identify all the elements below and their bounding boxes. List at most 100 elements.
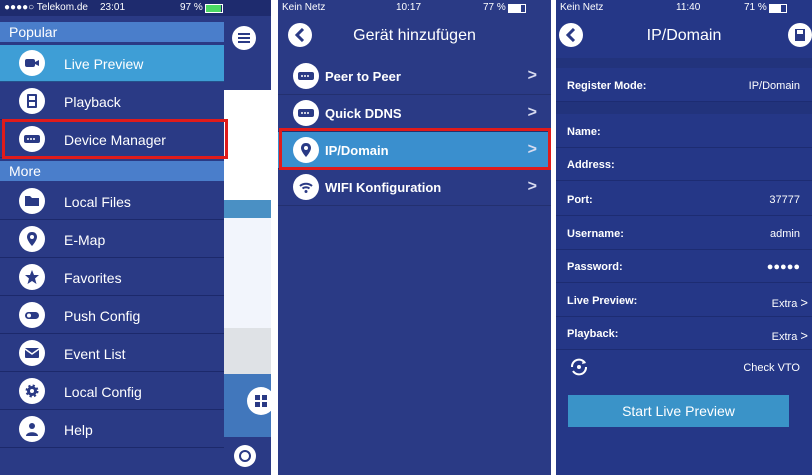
port-field[interactable]: 37777 bbox=[769, 194, 800, 206]
video-strip bbox=[224, 200, 271, 218]
clock-text: 10:17 bbox=[396, 2, 422, 13]
gear-icon bbox=[19, 378, 45, 404]
camera-icon bbox=[19, 50, 45, 76]
live-preview-extra: Extra bbox=[771, 298, 798, 310]
menu-item-e-map[interactable]: E-Map bbox=[0, 221, 224, 258]
register-mode-value: IP/Domain bbox=[748, 80, 800, 92]
status-bar: Kein Netz 10:17 77 % bbox=[278, 0, 551, 16]
battery-indicator: 77 % bbox=[483, 2, 526, 13]
username-row[interactable]: Username: admin bbox=[556, 217, 812, 250]
menu-item-favorites[interactable]: Favorites bbox=[0, 259, 224, 296]
main-toolbar bbox=[224, 16, 271, 60]
check-vto-label[interactable]: Check VTO bbox=[743, 362, 800, 374]
help-person-icon bbox=[19, 416, 45, 442]
menu-item-label: Event List bbox=[64, 346, 126, 362]
battery-icon bbox=[507, 4, 526, 13]
playback-extra: Extra bbox=[771, 331, 798, 343]
menu-item-playback[interactable]: Playback bbox=[0, 83, 224, 120]
menu-item-label: Local Files bbox=[64, 194, 131, 210]
add-device-screen: Kein Netz 10:17 77 % Gerät hinzufügen Pe… bbox=[278, 0, 551, 475]
form-spacer bbox=[556, 58, 812, 68]
field-label: Password: bbox=[567, 261, 623, 273]
wifi-icon bbox=[293, 174, 319, 200]
menu-icon bbox=[238, 33, 250, 43]
menu-item-help[interactable]: Help bbox=[0, 411, 224, 448]
device-icon bbox=[293, 63, 319, 89]
layout-grid-button[interactable] bbox=[247, 387, 271, 415]
highlight-box bbox=[279, 128, 551, 170]
port-row[interactable]: Port: 37777 bbox=[556, 183, 812, 216]
chevron-right-icon: > bbox=[527, 178, 537, 195]
camera-icon bbox=[239, 450, 251, 462]
field-label: Live Preview: bbox=[567, 295, 638, 307]
menu-item-live-preview[interactable]: Live Preview bbox=[0, 45, 224, 82]
field-label: Register Mode: bbox=[567, 80, 647, 92]
envelope-icon bbox=[19, 340, 45, 366]
hamburger-menu-button[interactable] bbox=[232, 26, 256, 50]
bottom-toolbar bbox=[224, 437, 271, 475]
menu-item-local-config[interactable]: Local Config bbox=[0, 373, 224, 410]
page-title: IP/Domain bbox=[646, 27, 722, 44]
check-vto-row[interactable]: Check VTO bbox=[556, 350, 812, 386]
list-item-label: Peer to Peer bbox=[325, 69, 401, 84]
nav-bar: Gerät hinzufügen bbox=[278, 16, 551, 58]
live-preview-row[interactable]: Live Preview: Extra > bbox=[556, 284, 812, 317]
chevron-right-icon: > bbox=[800, 328, 808, 343]
password-row[interactable]: Password: ●●●●● bbox=[556, 250, 812, 283]
star-icon bbox=[19, 264, 45, 290]
form-spacer bbox=[556, 102, 812, 114]
nav-bar: IP/Domain bbox=[556, 16, 812, 58]
chevron-right-icon: > bbox=[527, 104, 537, 121]
list-item-label: WIFI Konfiguration bbox=[325, 180, 442, 195]
playback-row[interactable]: Playback: Extra > bbox=[556, 317, 812, 350]
video-area bbox=[224, 90, 271, 200]
field-label: Port: bbox=[567, 194, 593, 206]
field-label: Playback: bbox=[567, 328, 619, 340]
list-item-label: Quick DDNS bbox=[325, 106, 402, 121]
chevron-right-icon: > bbox=[527, 67, 537, 84]
menu-item-event-list[interactable]: Event List bbox=[0, 335, 224, 372]
save-icon bbox=[795, 29, 805, 41]
address-row[interactable]: Address: bbox=[556, 148, 812, 181]
device-icon bbox=[293, 100, 319, 126]
carrier-text: Kein Netz bbox=[560, 2, 604, 13]
save-button[interactable] bbox=[788, 23, 812, 47]
highlight-box bbox=[2, 119, 228, 159]
menu-item-label: Help bbox=[64, 422, 93, 438]
refresh-hand-icon bbox=[568, 356, 590, 378]
list-item-peer-to-peer[interactable]: Peer to Peer > bbox=[278, 58, 551, 95]
toggle-icon bbox=[19, 302, 45, 328]
register-mode-row[interactable]: Register Mode: IP/Domain bbox=[556, 69, 812, 102]
divider-area bbox=[224, 328, 271, 374]
name-row[interactable]: Name: bbox=[556, 115, 812, 148]
menu-item-label: E-Map bbox=[64, 232, 106, 248]
password-field[interactable]: ●●●●● bbox=[767, 261, 800, 273]
carrier-text: Kein Netz bbox=[282, 2, 326, 13]
field-label: Username: bbox=[567, 228, 624, 240]
start-live-preview-button[interactable]: Start Live Preview bbox=[568, 395, 789, 427]
menu-item-push-config[interactable]: Push Config bbox=[0, 297, 224, 334]
menu-item-label: Playback bbox=[64, 94, 121, 110]
list-item-wifi-config[interactable]: WIFI Konfiguration > bbox=[278, 169, 551, 206]
battery-percent: 71 % bbox=[744, 2, 767, 13]
section-popular: Popular bbox=[0, 22, 224, 42]
battery-icon bbox=[768, 4, 787, 13]
menu-item-local-files[interactable]: Local Files bbox=[0, 183, 224, 220]
clock-text: 11:40 bbox=[676, 2, 701, 13]
carrier-text: ●●●●○ Telekom.de bbox=[4, 2, 88, 13]
battery-icon bbox=[204, 4, 223, 13]
username-field[interactable]: admin bbox=[770, 228, 800, 240]
playback-value: Extra > bbox=[772, 328, 808, 343]
snapshot-button[interactable] bbox=[234, 445, 256, 467]
menu-item-label: Push Config bbox=[64, 308, 141, 324]
grid-icon bbox=[255, 395, 267, 407]
folder-icon bbox=[19, 188, 45, 214]
list-item-quick-ddns[interactable]: Quick DDNS > bbox=[278, 95, 551, 132]
battery-percent: 97 % bbox=[180, 2, 203, 13]
clock-text: 23:01 bbox=[100, 2, 126, 13]
side-menu-screen: ●●●●○ Telekom.de 23:01 97 % Popular Live… bbox=[0, 0, 271, 475]
menu-item-label: Local Config bbox=[64, 384, 142, 400]
map-pin-icon bbox=[19, 226, 45, 252]
status-bar: ●●●●○ Telekom.de 23:01 97 % bbox=[0, 0, 271, 16]
film-icon bbox=[19, 88, 45, 114]
